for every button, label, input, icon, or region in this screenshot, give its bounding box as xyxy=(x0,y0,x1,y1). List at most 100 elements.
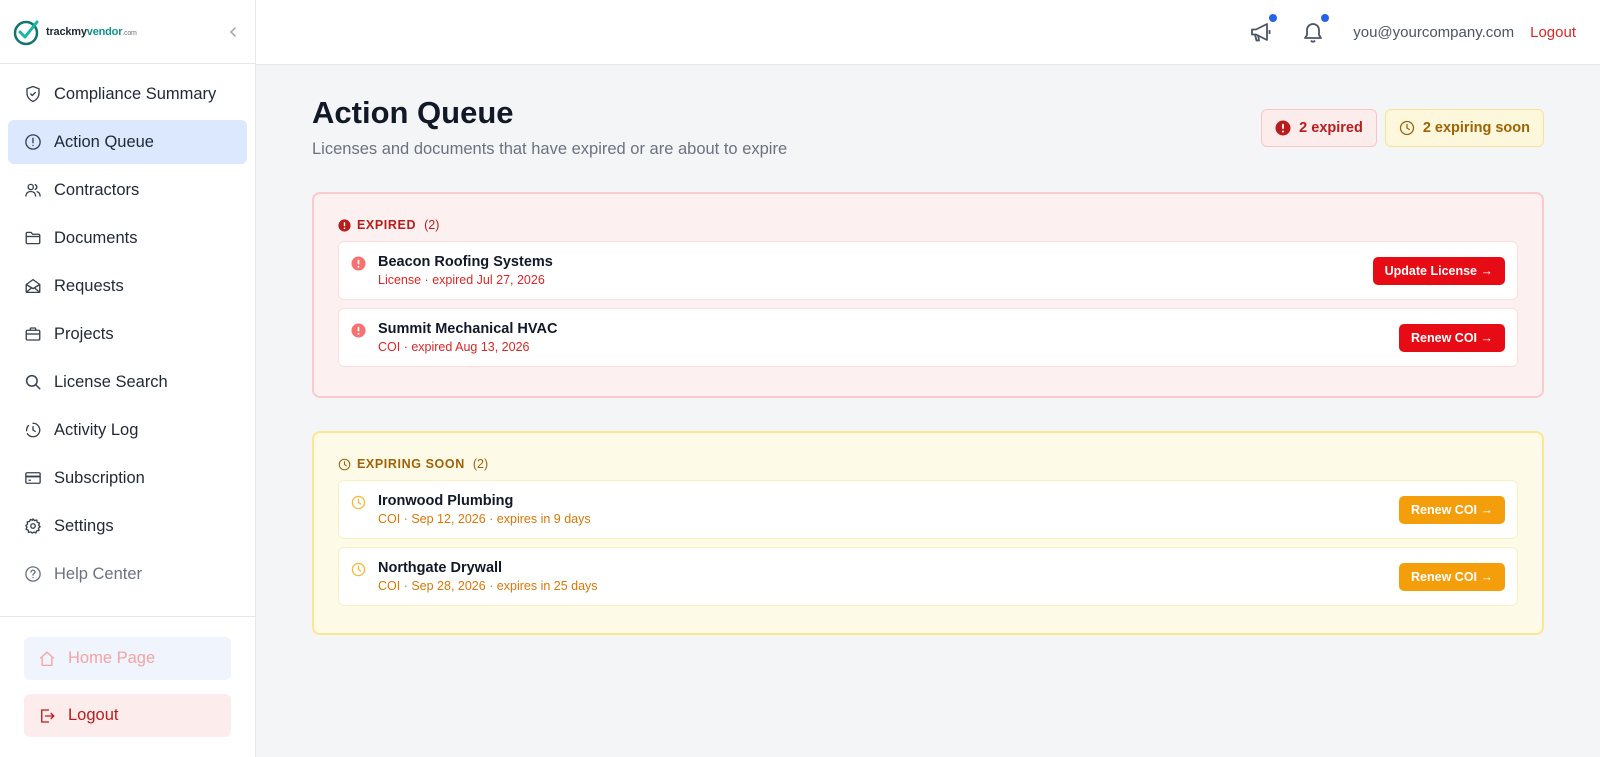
sidebar-item-label: Action Queue xyxy=(54,132,154,151)
sidebar-item-label: Documents xyxy=(54,228,138,247)
list-item: Ironwood Plumbing COI · Sep 12, 2026 · e… xyxy=(338,480,1518,539)
help-circle-icon xyxy=(25,566,41,582)
briefcase-icon xyxy=(25,327,41,341)
alert-filled-icon xyxy=(1275,120,1291,136)
sidebar-item-documents[interactable]: Documents xyxy=(8,216,247,260)
logo-text: trackmyvendor.com xyxy=(46,25,137,38)
collapse-sidebar-button[interactable] xyxy=(223,22,243,42)
renew-coi-button[interactable]: Renew COI → xyxy=(1399,562,1505,591)
top-bar: you@yourcompany.com Logout xyxy=(256,0,1600,65)
contractor-name: Ironwood Plumbing xyxy=(378,493,514,509)
home-icon xyxy=(39,651,55,666)
renew-coi-button[interactable]: Renew COI → xyxy=(1399,323,1505,352)
credit-card-icon xyxy=(25,472,41,484)
item-meta: COI · Sep 28, 2026 · expires in 25 days xyxy=(378,579,598,593)
clock-icon xyxy=(351,495,366,510)
clock-icon xyxy=(338,458,351,470)
brand-logo[interactable]: trackmyvendor.com xyxy=(12,17,137,47)
expired-count-label: 2 expired xyxy=(1299,120,1363,136)
section-heading: EXPIRED xyxy=(357,218,417,232)
item-meta: COI · expired Aug 13, 2026 xyxy=(378,340,530,354)
clock-icon xyxy=(351,562,366,577)
list-item: Summit Mechanical HVAC COI · expired Aug… xyxy=(338,308,1518,367)
gear-icon xyxy=(25,518,41,534)
sidebar-item-label: Requests xyxy=(54,276,124,295)
item-meta: COI · Sep 12, 2026 · expires in 9 days xyxy=(378,512,591,526)
sidebar-item-label: Projects xyxy=(54,324,114,343)
sidebar-logout-button[interactable]: Logout xyxy=(24,694,231,737)
sidebar-item-label: Activity Log xyxy=(54,420,139,439)
clock-icon xyxy=(1399,120,1414,136)
logo-check-icon xyxy=(13,20,39,45)
bell-icon xyxy=(1304,23,1323,43)
search-icon xyxy=(25,374,41,390)
sidebar: trackmyvendor.com Compliance Summary Act… xyxy=(0,0,256,757)
user-email: you@yourcompany.com xyxy=(1353,23,1515,41)
sidebar-item-projects[interactable]: Projects xyxy=(8,312,247,356)
sidebar-item-subscription[interactable]: Subscription xyxy=(8,456,247,500)
contractor-name: Northgate Drywall xyxy=(378,560,503,576)
sidebar-item-requests[interactable]: Requests xyxy=(8,264,247,308)
item-details: Summit Mechanical HVAC COI · expired Aug… xyxy=(378,321,557,354)
sidebar-item-compliance-summary[interactable]: Compliance Summary xyxy=(8,72,247,116)
item-details: Northgate Drywall COI · Sep 28, 2026 · e… xyxy=(378,560,598,593)
logout-icon xyxy=(41,708,55,723)
section-count: (2) xyxy=(424,218,440,232)
sidebar-item-label: License Search xyxy=(54,372,168,391)
notifications-button[interactable] xyxy=(1301,14,1330,44)
expiring-soon-section: EXPIRING SOON (2) Ironwood Plumbing COI … xyxy=(312,431,1544,635)
mail-open-icon xyxy=(25,278,41,294)
sidebar-footer: Home Page Logout xyxy=(0,616,255,737)
expired-section: EXPIRED (2) Beacon Roofing Systems Licen… xyxy=(312,192,1544,398)
alert-circle-icon xyxy=(25,134,41,150)
section-count: (2) xyxy=(472,457,489,471)
sidebar-header: trackmyvendor.com xyxy=(0,0,255,64)
expiring-section-header: EXPIRING SOON (2) xyxy=(338,457,1518,471)
update-license-button[interactable]: Update License → xyxy=(1372,256,1505,285)
expiring-count-label: 2 expiring soon xyxy=(1422,120,1530,136)
page-subtitle: Licenses and documents that have expired… xyxy=(312,140,788,158)
sidebar-item-label: Contractors xyxy=(54,180,140,199)
shield-check-icon xyxy=(26,85,40,103)
renew-coi-button[interactable]: Renew COI → xyxy=(1399,495,1505,524)
home-page-button[interactable]: Home Page xyxy=(24,637,231,680)
contractor-name: Summit Mechanical HVAC xyxy=(378,321,558,337)
alert-filled-icon xyxy=(338,218,351,232)
list-item: Beacon Roofing Systems License · expired… xyxy=(338,241,1518,300)
folder-icon xyxy=(25,231,41,245)
sidebar-item-help-center[interactable]: Help Center xyxy=(8,552,247,596)
expired-section-header: EXPIRED (2) xyxy=(338,218,1518,232)
megaphone-icon xyxy=(1251,23,1271,42)
announcements-button[interactable] xyxy=(1249,14,1278,44)
contractor-name: Beacon Roofing Systems xyxy=(378,254,553,270)
status-summary: 2 expired 2 expiring soon xyxy=(1261,109,1544,147)
notification-dot xyxy=(1269,14,1278,22)
sidebar-item-label: Help Center xyxy=(54,564,143,583)
alert-filled-icon xyxy=(351,323,366,338)
notification-dot xyxy=(1321,14,1330,22)
history-clock-icon xyxy=(25,422,41,438)
topbar-logout-link[interactable]: Logout xyxy=(1530,24,1576,41)
sidebar-item-label: Compliance Summary xyxy=(54,84,217,103)
item-details: Ironwood Plumbing COI · Sep 12, 2026 · e… xyxy=(378,493,591,526)
sidebar-item-activity-log[interactable]: Activity Log xyxy=(8,408,247,452)
sidebar-item-settings[interactable]: Settings xyxy=(8,504,247,548)
expired-count-badge: 2 expired xyxy=(1261,109,1377,147)
sidebar-item-contractors[interactable]: Contractors xyxy=(8,168,247,212)
expiring-count-badge: 2 expiring soon xyxy=(1384,109,1544,147)
item-meta: License · expired Jul 27, 2026 xyxy=(378,273,545,287)
item-details: Beacon Roofing Systems License · expired… xyxy=(378,254,553,287)
chevron-left-icon xyxy=(229,26,236,37)
sidebar-nav: Compliance Summary Action Queue Contract… xyxy=(0,64,255,596)
sidebar-item-action-queue[interactable]: Action Queue xyxy=(8,120,247,164)
list-item: Northgate Drywall COI · Sep 28, 2026 · e… xyxy=(338,547,1518,606)
sidebar-item-license-search[interactable]: License Search xyxy=(8,360,247,404)
page-title: Action Queue xyxy=(312,95,514,130)
users-icon xyxy=(25,183,41,197)
alert-filled-icon xyxy=(351,256,366,271)
sidebar-item-label: Subscription xyxy=(54,468,145,487)
section-heading: EXPIRING SOON xyxy=(357,457,465,471)
sidebar-item-label: Settings xyxy=(54,516,114,535)
sidebar-logout-label: Logout xyxy=(68,706,119,724)
home-page-label: Home Page xyxy=(68,649,156,667)
